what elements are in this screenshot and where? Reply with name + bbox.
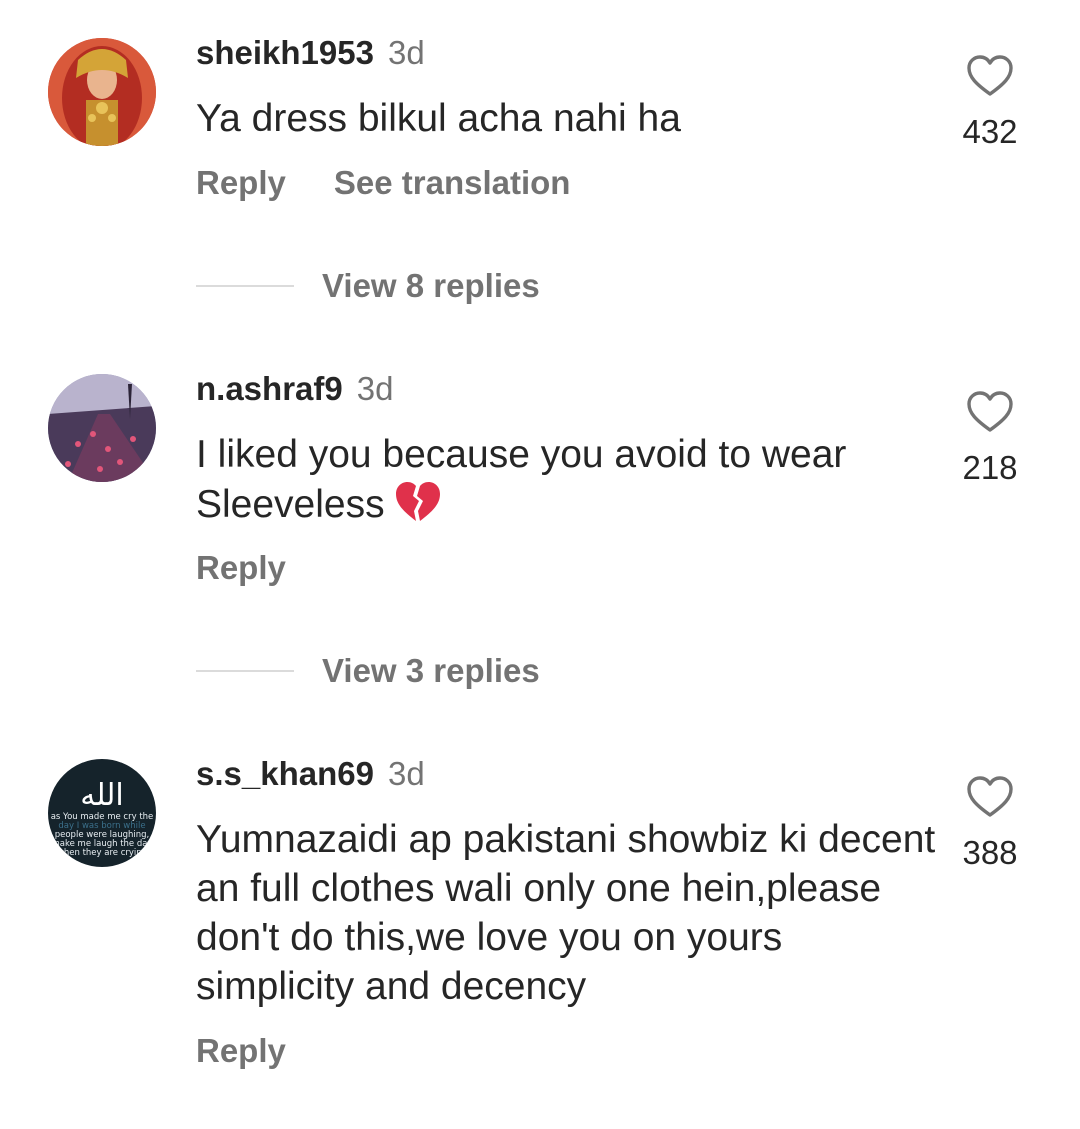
avatar[interactable]	[48, 38, 156, 146]
comment-text: Ya dress bilkul acha nahi ha	[196, 97, 681, 140]
comment-header: s.s_khan69 3d	[196, 754, 425, 794]
timestamp: 3d	[387, 34, 425, 71]
view-replies-button[interactable]: View 3 replies	[196, 651, 540, 691]
timestamp: 3d	[387, 755, 425, 792]
view-replies-label: View 8 replies	[322, 267, 540, 304]
avatar[interactable]	[48, 374, 156, 482]
reply-button[interactable]: Reply	[196, 164, 286, 201]
comment-actions: Reply	[196, 1031, 286, 1071]
username[interactable]: s.s_khan69	[196, 755, 374, 792]
heart-icon[interactable]	[965, 775, 1015, 819]
divider-line	[196, 670, 294, 672]
reply-button[interactable]: Reply	[196, 549, 286, 586]
username[interactable]: n.ashraf9	[196, 370, 343, 407]
like-area: 432	[950, 54, 1030, 152]
timestamp: 3d	[356, 370, 394, 407]
view-replies-label: View 3 replies	[322, 652, 540, 689]
see-translation-button[interactable]: See translation	[334, 164, 571, 201]
like-area: 218	[950, 390, 1030, 488]
reply-button[interactable]: Reply	[196, 1032, 286, 1069]
user-avatar-image	[48, 38, 156, 146]
avatar[interactable]: الله as You made me cry the day I was bo…	[48, 759, 156, 867]
heart-icon[interactable]	[965, 54, 1015, 98]
avatar-arabic-text: الله	[80, 778, 124, 813]
user-avatar-image: الله as You made me cry the day I was bo…	[48, 759, 156, 867]
user-avatar-image	[48, 374, 156, 482]
comment-actions: Reply	[196, 548, 286, 588]
broken-heart-icon	[395, 482, 440, 521]
like-count: 218	[962, 449, 1018, 486]
comment-actions: Reply See translation	[196, 163, 570, 203]
avatar-text-line: when they are crying	[57, 848, 147, 858]
comment-header: sheikh1953 3d	[196, 33, 425, 73]
like-area: 388	[950, 775, 1030, 873]
comment-text: Yumnazaidi ap pakistani showbiz ki decen…	[196, 818, 936, 1008]
divider-line	[196, 285, 294, 287]
like-count: 388	[962, 834, 1018, 871]
username[interactable]: sheikh1953	[196, 34, 374, 71]
comment-text: I liked you because you avoid to wear Sl…	[196, 430, 936, 529]
heart-icon[interactable]	[965, 390, 1015, 434]
like-count: 432	[962, 113, 1018, 150]
comment-text-body: I liked you because you avoid to wear Sl…	[196, 433, 847, 526]
view-replies-button[interactable]: View 8 replies	[196, 266, 540, 306]
comment-header: n.ashraf9 3d	[196, 369, 393, 409]
